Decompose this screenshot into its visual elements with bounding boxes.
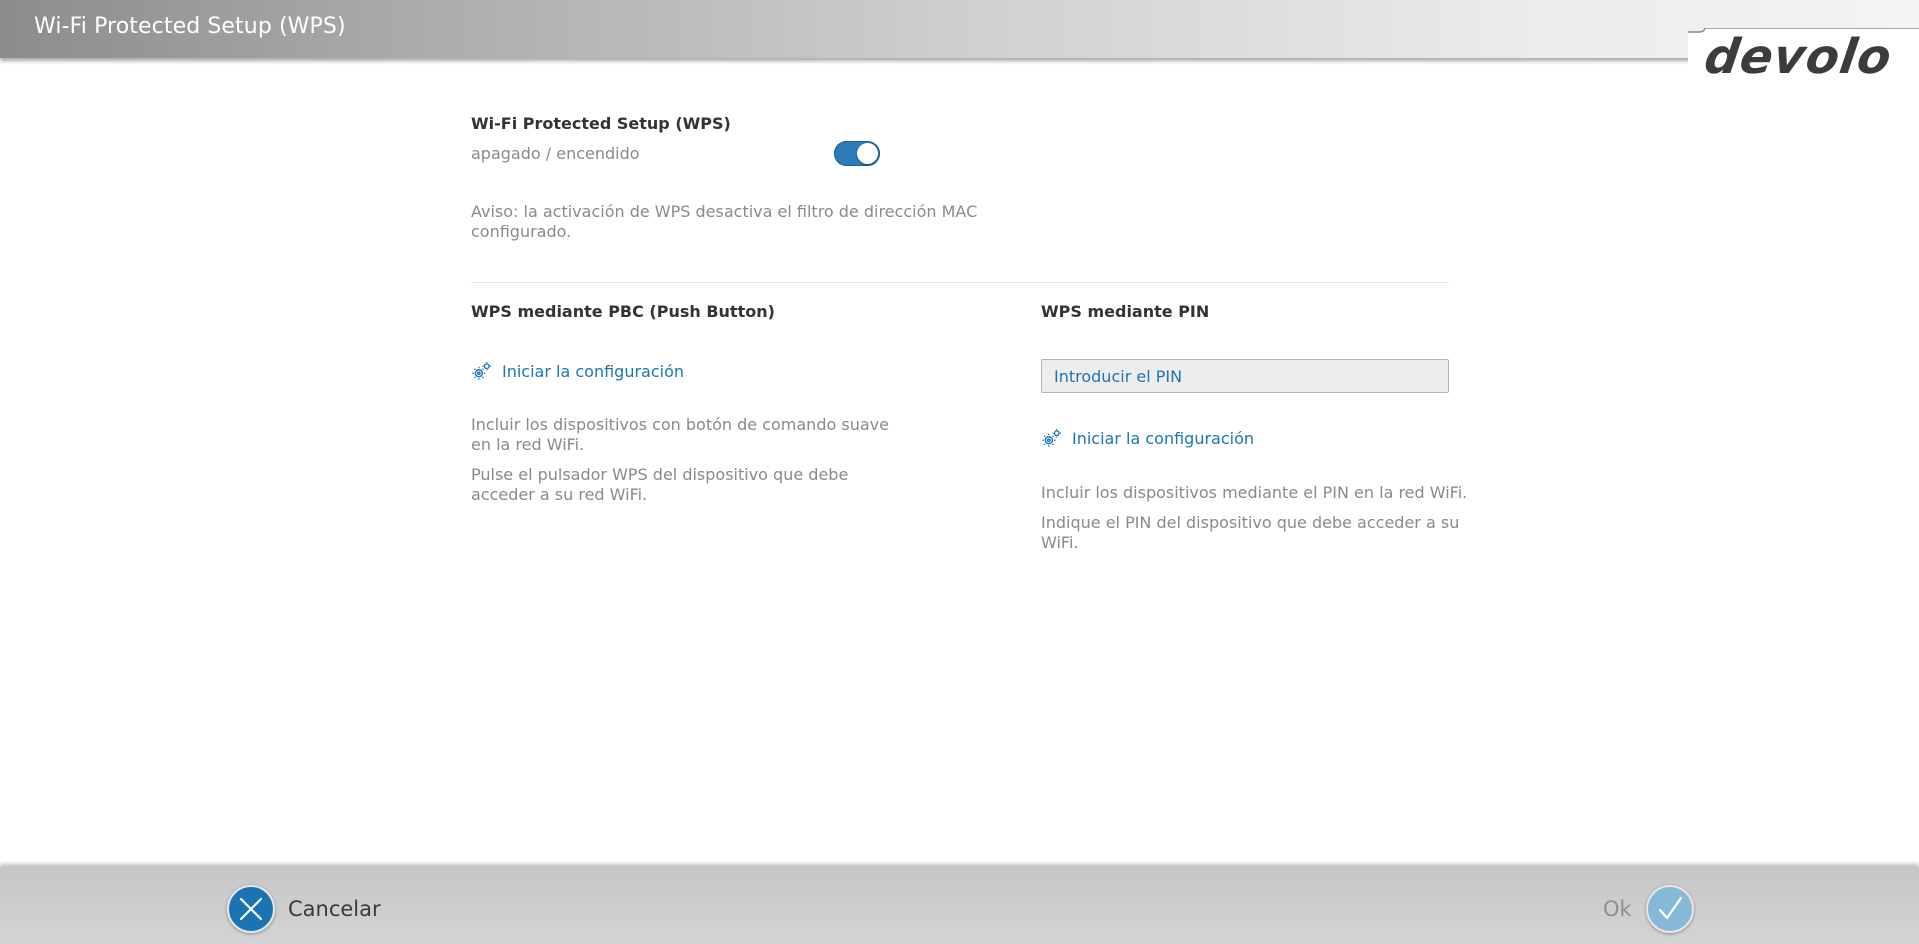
section-divider [471,282,1449,283]
pin-desc-2-line-2: WiFi. [1041,533,1079,552]
pbc-section-title: WPS mediante PBC (Push Button) [471,302,775,321]
header-bar: Wi-Fi Protected Setup (WPS) [0,0,1919,58]
ok-label: Ok [1603,897,1632,921]
pbc-desc-2-line-2: acceder a su red WiFi. [471,485,648,504]
pin-input[interactable] [1041,359,1449,393]
wps-notice-line-1: Aviso: la activación de WPS desactiva el… [471,202,978,221]
wps-section-title: Wi-Fi Protected Setup (WPS) [471,114,731,133]
cancel-button[interactable]: Cancelar [227,885,381,933]
pin-desc-2-line-1: Indique el PIN del dispositivo que debe … [1041,513,1460,532]
wps-notice-line-2: configurado. [471,222,572,241]
gears-icon [1042,429,1061,447]
pin-start-configuration-link[interactable]: Iniciar la configuración [1041,428,1254,449]
wps-toggle-label: apagado / encendido [471,144,640,163]
cancel-label: Cancelar [288,897,381,921]
pbc-start-configuration-link[interactable]: Iniciar la configuración [471,361,684,382]
pbc-desc-1-line-1: Incluir los dispositivos con botón de co… [471,415,889,434]
pin-section-title: WPS mediante PIN [1041,302,1210,321]
pbc-start-link-label: Iniciar la configuración [502,362,685,381]
checkmark-icon [1645,885,1694,933]
toggle-knob [857,143,878,164]
wps-toggle-switch[interactable] [834,141,880,166]
pin-desc-1: Incluir los dispositivos mediante el PIN… [1041,483,1468,502]
gears-icon [472,362,491,380]
pin-start-link-label: Iniciar la configuración [1072,429,1255,448]
close-icon [227,885,275,933]
pbc-desc-1-line-2: en la red WiFi. [471,435,585,454]
ok-button[interactable]: Ok [1603,885,1694,933]
pbc-desc-2-line-1: Pulse el pulsador WPS del dispositivo qu… [471,465,849,484]
devolo-logo: devolo [1701,29,1896,85]
page-title: Wi-Fi Protected Setup (WPS) [34,14,346,39]
